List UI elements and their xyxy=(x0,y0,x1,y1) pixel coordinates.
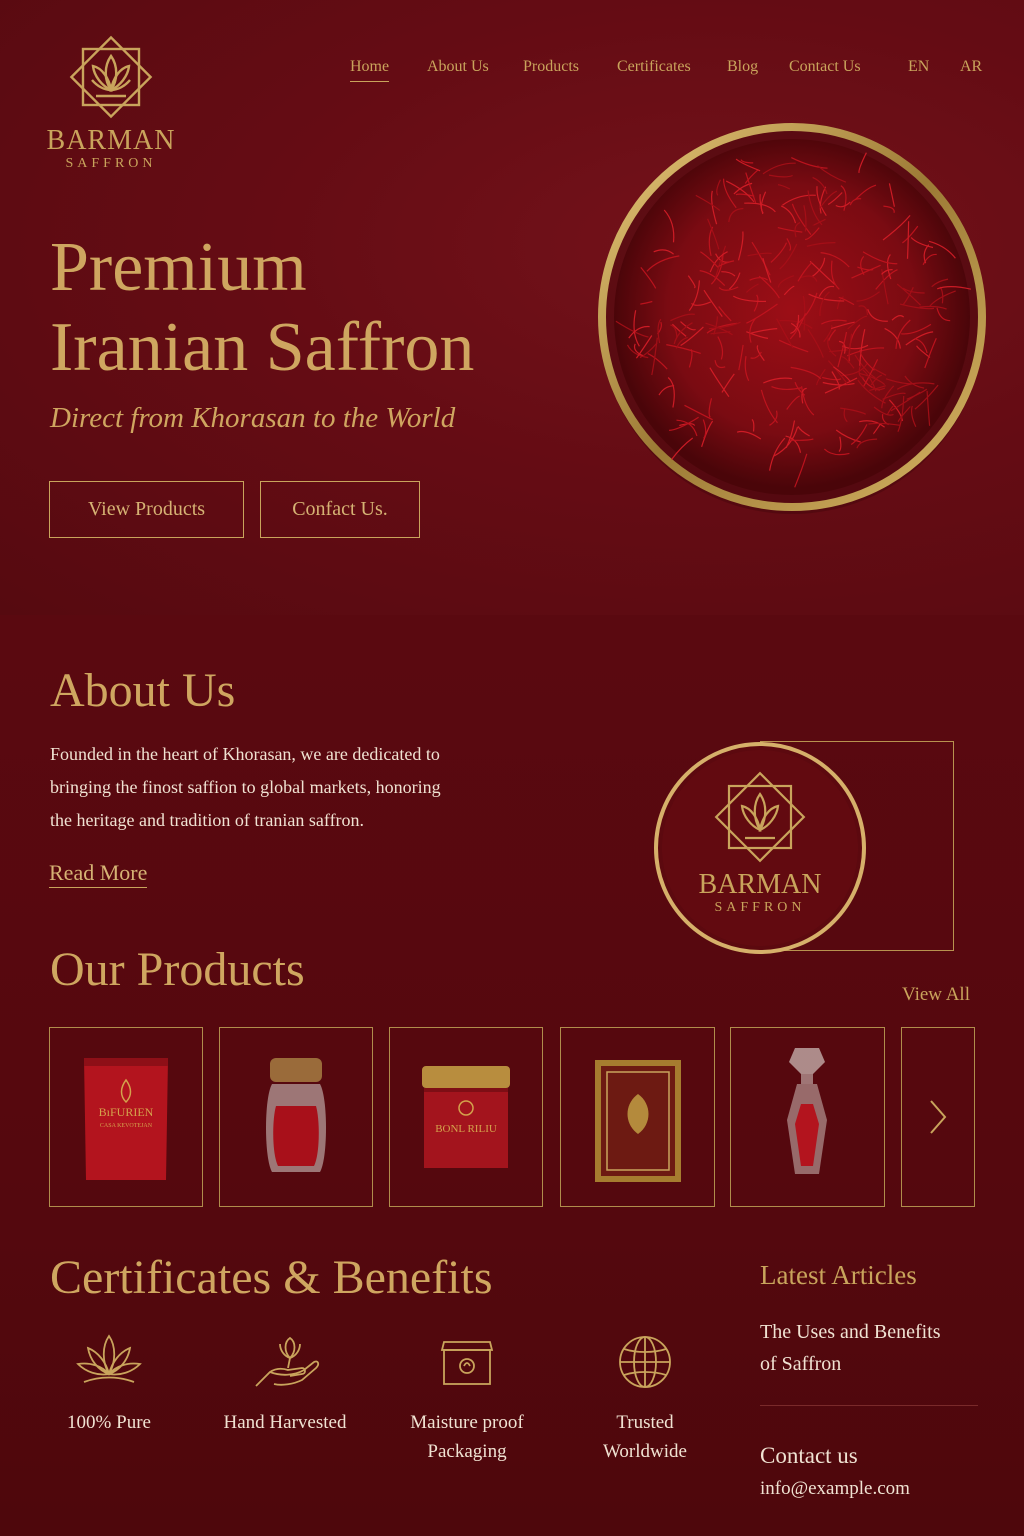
saffron-pouch-icon: BıFURIEN CASA KEVOTEJAN xyxy=(84,1058,168,1180)
brand-seal: BARMAN SAFFRON xyxy=(652,740,868,956)
view-all-link[interactable]: View All xyxy=(902,984,970,1006)
gift-box-icon xyxy=(595,1060,681,1182)
benefit-hand-harvested-label: Hand Harvested xyxy=(223,1412,347,1433)
chevron-right-icon xyxy=(930,1100,947,1134)
benefit-packaging-line1: Maisture proof xyxy=(410,1412,524,1433)
nav-products[interactable]: Products xyxy=(523,58,579,76)
benefit-worldwide: Trusted Worldwide xyxy=(592,1330,698,1466)
product-card-gift-box[interactable] xyxy=(560,1027,715,1207)
benefit-packaging-line2: Packaging xyxy=(427,1441,507,1462)
benefit-hand-harvested: Hand Harvested xyxy=(212,1330,358,1437)
pouch-sublabel: CASA KEVOTEJAN xyxy=(100,1123,153,1129)
benefit-pure: 100% Pure xyxy=(58,1330,160,1437)
product-card-tin[interactable]: BONL RILIU xyxy=(389,1027,543,1207)
benefit-packaging-label: Maisture proof Packaging xyxy=(398,1408,536,1466)
hero-title-line2: Iranian Saffron xyxy=(50,309,475,386)
saffron-tin-icon: BONL RILIU xyxy=(422,1066,510,1168)
about-text-line2: bringing the finost saffion to global ma… xyxy=(50,777,441,797)
product-card-glass-jar[interactable] xyxy=(219,1027,373,1207)
latest-articles-title: Latest Articles xyxy=(760,1260,917,1290)
glass-jar-icon xyxy=(266,1058,326,1172)
products-next-button[interactable] xyxy=(901,1027,975,1207)
lang-ar[interactable]: AR xyxy=(960,58,982,76)
brand-name: BARMAN xyxy=(46,125,176,156)
view-products-button[interactable]: View Products xyxy=(49,481,244,538)
main-nav: Home About Us Products Certificates Blog… xyxy=(0,58,1024,82)
nav-contact-us[interactable]: Contact Us xyxy=(789,58,861,76)
brand-logo[interactable]: BARMAN SAFFRON xyxy=(46,30,176,172)
article-title-line2: of Saffron xyxy=(760,1353,842,1375)
products-title: Our Products xyxy=(50,943,305,996)
read-more-link[interactable]: Read More xyxy=(49,860,148,888)
hand-flower-icon xyxy=(255,1336,320,1387)
crystal-vial-icon xyxy=(787,1048,827,1174)
article-link[interactable]: The Uses and Benefits of Saffron xyxy=(760,1316,980,1380)
article-title-line1: The Uses and Benefits xyxy=(760,1321,941,1343)
benefit-worldwide-label: Trusted Worldwide xyxy=(592,1408,698,1466)
about-text: Founded in the heart of Khorasan, we are… xyxy=(50,738,520,837)
saffron-bowl-icon xyxy=(598,123,986,514)
tin-label: BONL RILIU xyxy=(435,1123,497,1135)
lang-en[interactable]: EN xyxy=(908,58,929,76)
hero-title-line1: Premium xyxy=(50,229,307,306)
contact-email-link[interactable]: info@example.com xyxy=(760,1478,910,1500)
seal-tagline: SAFFRON xyxy=(714,900,805,915)
benefit-worldwide-line1: Trusted xyxy=(616,1412,674,1433)
hero-subtitle: Direct from Khorasan to the World xyxy=(50,402,456,434)
pouch-label: BıFURIEN xyxy=(99,1105,154,1119)
product-card-pouch[interactable]: BıFURIEN CASA KEVOTEJAN xyxy=(49,1027,203,1207)
hero-title: Premium Iranian Saffron xyxy=(50,228,474,388)
nav-home[interactable]: Home xyxy=(350,58,390,82)
nav-certificates[interactable]: Certificates xyxy=(617,58,691,76)
product-card-crystal-vial[interactable] xyxy=(730,1027,885,1207)
about-title: About Us xyxy=(50,664,236,717)
nav-blog[interactable]: Blog xyxy=(727,58,758,76)
about-text-line1: Founded in the heart of Khorasan, we are… xyxy=(50,744,440,764)
benefit-worldwide-line2: Worldwide xyxy=(603,1441,687,1462)
contact-title: Contact us xyxy=(760,1443,858,1468)
nav-about-us[interactable]: About Us xyxy=(427,58,489,76)
certificates-title: Certificates & Benefits xyxy=(50,1251,493,1304)
side-divider xyxy=(760,1405,978,1406)
brand-tagline: SAFFRON xyxy=(65,156,157,171)
lotus-icon xyxy=(76,1334,142,1383)
seal-name: BARMAN xyxy=(699,869,822,900)
brand-seal-icon: BARMAN SAFFRON xyxy=(654,742,866,954)
about-text-line3: the heritage and tradition of tranian sa… xyxy=(50,810,365,830)
benefit-packaging: Maisture proof Packaging xyxy=(398,1330,536,1466)
globe-icon xyxy=(619,1336,671,1388)
contact-button[interactable]: Confact Us. xyxy=(260,481,420,538)
box-icon xyxy=(440,1341,494,1385)
benefit-pure-label: 100% Pure xyxy=(67,1412,151,1433)
saffron-bowl-image xyxy=(592,122,992,522)
